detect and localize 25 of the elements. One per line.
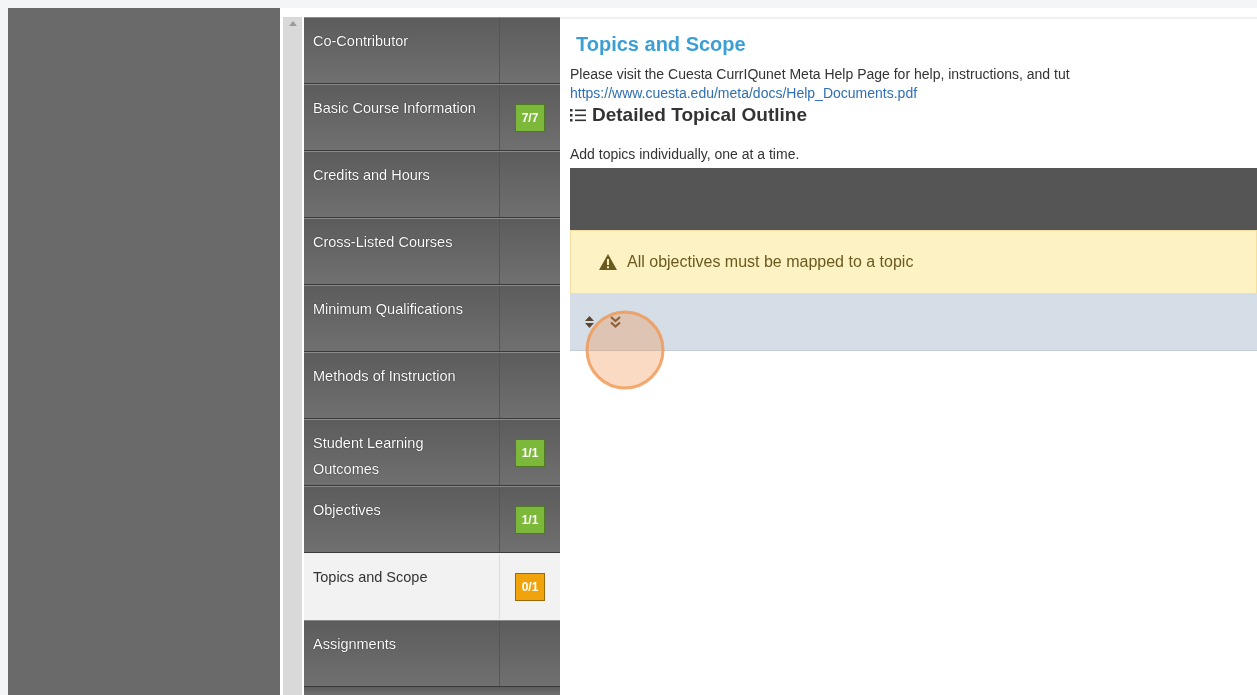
sidebar-item[interactable]: Topics and Scope 0/1 [304, 553, 560, 620]
warning-icon [599, 254, 617, 270]
warning-text: All objectives must be mapped to a topic [627, 253, 914, 271]
sidebar-item[interactable]: Assignments [304, 620, 560, 687]
progress-badge: 1/1 [515, 438, 545, 467]
progress-badge: 0/1 [515, 572, 545, 601]
sidebar-item[interactable]: Objectives 1/1 [304, 486, 560, 553]
progress-badge: 1/1 [515, 505, 545, 534]
sort-icon[interactable] [585, 315, 594, 329]
help-text: Please visit the Cuesta CurrIQunet Meta Help Page for help, instructions, and tut [570, 66, 1071, 82]
section-heading: Detailed Topical Outline [592, 104, 807, 126]
scroll-up-arrow-icon[interactable] [289, 21, 297, 26]
sidebar-item[interactable]: Methods of Instruction [304, 352, 560, 419]
instruction-text: Add topics individually, one at a time. [570, 146, 801, 162]
sidebar-item[interactable]: Cross-Listed Courses [304, 218, 560, 285]
list-icon [570, 108, 586, 122]
sidebar-item[interactable]: Minimum Qualifications [304, 285, 560, 352]
progress-badge: 7/7 [515, 103, 545, 132]
sidebar-item[interactable]: Student Learning Outcomes 1/1 [304, 419, 560, 486]
help-link[interactable]: https://www.cuesta.edu/meta/docs/Help_Documents.pdf [570, 85, 918, 101]
page-title: Topics and Scope [576, 33, 747, 56]
sidebar-item[interactable]: Credits and Hours [304, 151, 560, 218]
double-chevron-down-icon[interactable] [610, 316, 621, 328]
sidebar-item[interactable]: Basic Course Information 7/7 [304, 84, 560, 151]
sidebar-item[interactable]: Co-Contributor [304, 17, 560, 84]
